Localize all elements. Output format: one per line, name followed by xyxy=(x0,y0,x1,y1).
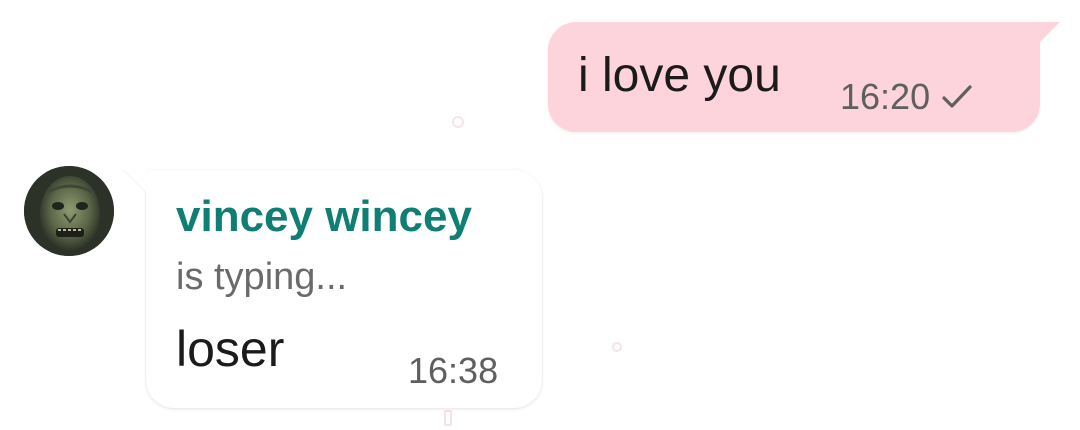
wallpaper-doodle xyxy=(612,342,622,352)
incoming-message-text: loser xyxy=(176,321,285,377)
typing-status: is typing... xyxy=(176,256,348,298)
avatar-photo-icon xyxy=(24,166,114,256)
wallpaper-doodle xyxy=(444,410,452,426)
chat-area: i love you 16:20 vincey wincey is typing… xyxy=(0,0,1080,430)
outgoing-message-time: 16:20 xyxy=(840,76,931,117)
avatar[interactable] xyxy=(24,166,114,256)
single-check-icon xyxy=(942,85,972,108)
incoming-message-bubble[interactable]: vincey wincey is typing... loser 16:38 xyxy=(124,170,542,408)
outgoing-message-bubble[interactable]: i love you 16:20 xyxy=(548,22,1060,132)
sender-name[interactable]: vincey wincey xyxy=(176,192,472,242)
bubble-tail xyxy=(124,170,146,192)
wallpaper-doodle xyxy=(452,116,464,128)
outgoing-message-meta: 16:20 xyxy=(840,76,974,118)
incoming-message-time: 16:38 xyxy=(408,350,499,391)
bubble-tail xyxy=(1038,22,1060,44)
outgoing-message-text: i love you xyxy=(578,49,781,102)
